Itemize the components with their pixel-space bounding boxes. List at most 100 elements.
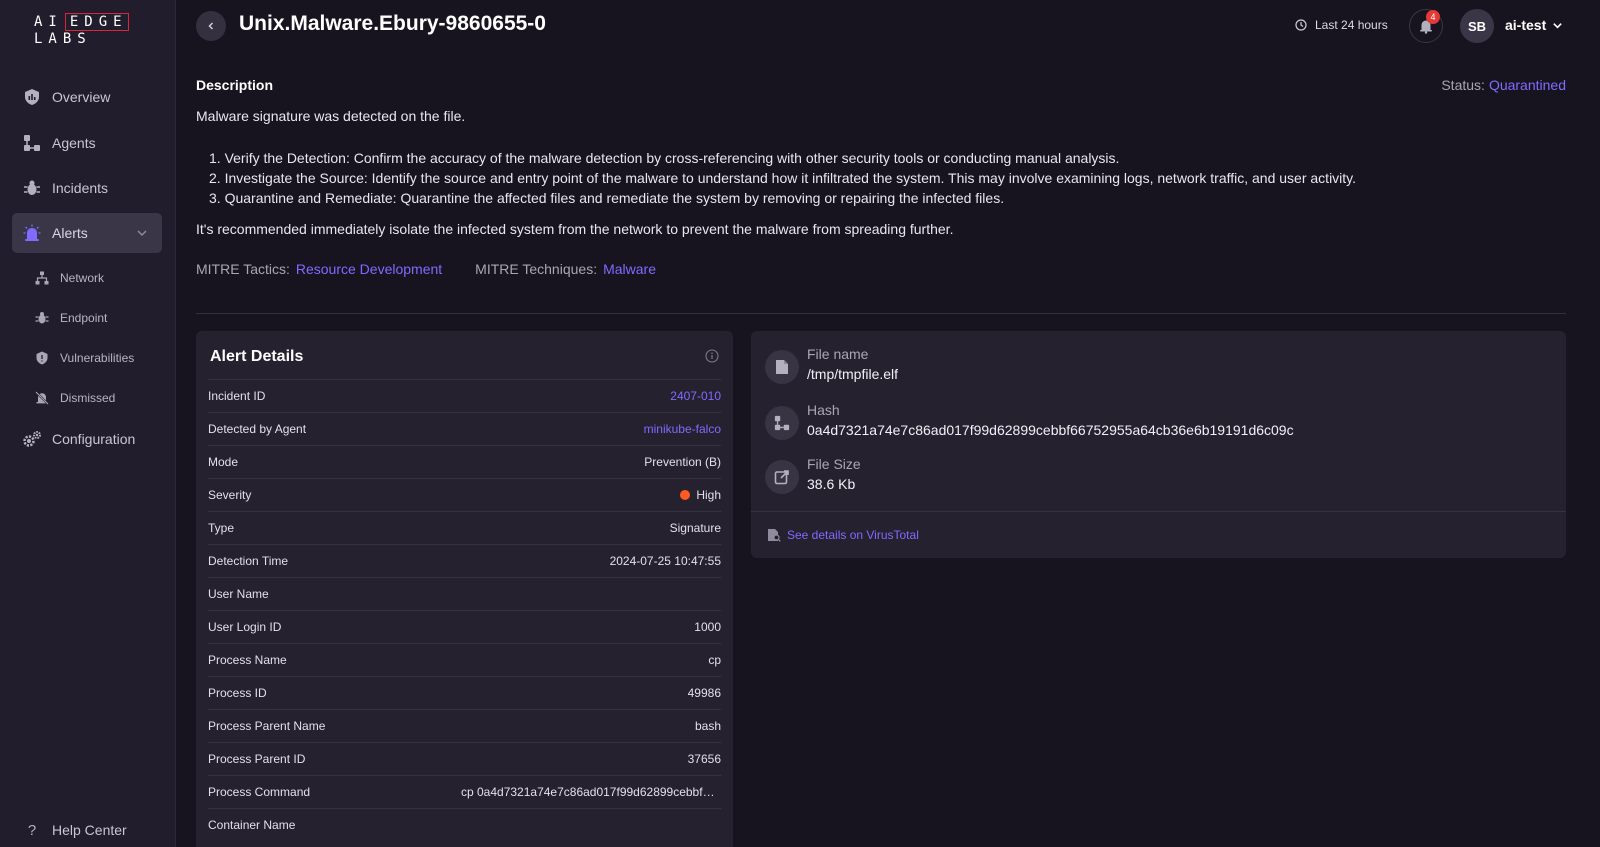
sidebar-item-label: Alerts	[52, 225, 88, 241]
row-key: Container Name	[208, 818, 296, 832]
table-row: Process ID 49986	[208, 676, 721, 709]
description-summary: Malware signature was detected on the fi…	[196, 108, 466, 124]
virustotal-link[interactable]: See details on VirusTotal	[767, 528, 919, 542]
row-key: Type	[208, 521, 235, 535]
info-icon[interactable]	[705, 349, 719, 366]
mitre-info: MITRE Tactics: Resource Development MITR…	[196, 261, 656, 277]
sidebar-item-configuration[interactable]: Configuration	[12, 419, 162, 459]
description-step: 2. Investigate the Source: Identify the …	[209, 170, 1357, 186]
file-info-card: File name /tmp/tmpfile.elf Hash 0a4d7321…	[751, 331, 1566, 558]
status-badge: Quarantined	[1488, 77, 1566, 93]
table-row: Severity High	[208, 478, 721, 511]
row-key: Severity	[208, 488, 252, 502]
row-key: Detection Time	[208, 554, 289, 568]
back-button[interactable]	[196, 11, 226, 41]
table-row: Process Name cp	[208, 643, 721, 676]
file-name-item: File name /tmp/tmpfile.elf	[765, 346, 898, 384]
sidebar-item-label: Overview	[52, 89, 111, 105]
row-value: Signature	[669, 521, 721, 535]
row-key: Process ID	[208, 686, 267, 700]
row-key: Process Parent Name	[208, 719, 326, 733]
table-row: Process Parent Name bash	[208, 709, 721, 742]
mitre-tactics-label: MITRE Tactics:	[196, 261, 290, 277]
incident-id-link[interactable]: 2407-010	[670, 389, 721, 403]
status-label: Status:	[1441, 77, 1485, 93]
clock-icon	[1295, 19, 1307, 31]
row-key: Incident ID	[208, 389, 266, 403]
sidebar-subitem-label: Network	[60, 271, 105, 285]
sidebar-subitem-label: Endpoint	[60, 311, 108, 325]
virustotal-link-label: See details on VirusTotal	[787, 528, 919, 542]
bug-icon	[34, 310, 50, 326]
file-card-divider	[751, 511, 1566, 512]
row-key: Process Name	[208, 653, 287, 667]
chevron-down-icon[interactable]	[136, 226, 148, 242]
file-size-icon	[765, 460, 799, 494]
mitre-techniques-link[interactable]: Malware	[603, 261, 656, 277]
sidebar-item-label: Configuration	[52, 431, 136, 447]
sidebar-item-overview[interactable]: Overview	[12, 77, 162, 117]
table-row: Type Signature	[208, 511, 721, 544]
description-heading: Description	[196, 77, 274, 93]
brand-logo[interactable]: AI EDGE LABS	[34, 13, 129, 48]
file-icon	[765, 350, 799, 384]
user-name: ai-test	[1505, 17, 1547, 33]
file-size-value: 38.6 Kb	[807, 476, 856, 492]
mitre-tactics-link[interactable]: Resource Development	[296, 261, 442, 277]
hash-item: Hash 0a4d7321a74e7c86ad017f99d62899cebbf…	[765, 402, 1294, 440]
mitre-techniques-label: MITRE Techniques:	[475, 261, 598, 277]
agent-link[interactable]: minikube-falco	[644, 422, 721, 436]
table-row: Mode Prevention (B)	[208, 445, 721, 478]
process-command-value: cp 0a4d7321a74e7c86ad017f99d62899cebbf66…	[461, 785, 721, 799]
row-key: User Name	[208, 587, 269, 601]
sidebar-subitem-vulnerabilities[interactable]: Vulnerabilities	[34, 347, 134, 369]
hash-value: 0a4d7321a74e7c86ad017f99d62899cebbf66752…	[807, 422, 1294, 438]
logo-text-edge: EDGE	[64, 13, 129, 31]
description-recommendation: It's recommended immediately isolate the…	[196, 221, 954, 237]
shield-chart-icon	[22, 87, 42, 107]
svg-text:?: ?	[28, 822, 36, 838]
table-row: Incident ID 2407-010	[208, 379, 721, 412]
row-value: 49986	[687, 686, 721, 700]
gears-icon	[22, 429, 42, 449]
file-name-value: /tmp/tmpfile.elf	[807, 366, 899, 382]
alert-details-title: Alert Details	[210, 348, 304, 365]
avatar[interactable]: SB	[1460, 9, 1494, 43]
row-key: Process Parent ID	[208, 752, 306, 766]
severity-dot-icon	[680, 490, 691, 500]
row-key: Mode	[208, 455, 239, 469]
severity-label: High	[696, 488, 721, 502]
sidebar-subitem-network[interactable]: Network	[34, 267, 104, 289]
sidebar-subitem-endpoint[interactable]: Endpoint	[34, 307, 107, 329]
agents-icon	[22, 133, 42, 153]
sidebar-item-alerts[interactable]: Alerts	[12, 213, 162, 253]
row-value: 1000	[694, 620, 721, 634]
hash-icon	[765, 406, 799, 440]
status-indicator: Status: Quarantined	[1441, 77, 1566, 93]
row-value: 37656	[687, 752, 721, 766]
chevron-down-icon	[1552, 20, 1563, 31]
sidebar-item-help-center[interactable]: ? Help Center	[12, 815, 162, 845]
sidebar-item-incidents[interactable]: Incidents	[12, 168, 162, 208]
time-range-selector[interactable]: Last 24 hours	[1295, 18, 1388, 32]
table-row: Container Name	[208, 808, 721, 841]
row-key: Detected by Agent	[208, 422, 307, 436]
hash-label: Hash	[807, 402, 840, 418]
page-title: Unix.Malware.Ebury-9860655-0	[239, 12, 546, 35]
sidebar-item-agents[interactable]: Agents	[12, 123, 162, 163]
sidebar-item-label: Incidents	[52, 180, 109, 196]
alarm-icon	[22, 223, 42, 243]
section-divider	[196, 313, 1566, 314]
network-icon	[34, 270, 50, 286]
sidebar-subitem-dismissed[interactable]: Dismissed	[34, 387, 115, 409]
file-size-label: File Size	[807, 456, 861, 472]
user-menu[interactable]: ai-test	[1505, 17, 1563, 33]
logo-text-labs: LABS	[34, 31, 92, 47]
chevron-left-icon	[208, 22, 214, 30]
notifications-button[interactable]: 4	[1409, 9, 1443, 43]
description-step: 3. Quarantine and Remediate: Quarantine …	[209, 190, 1005, 206]
description-step: 1. Verify the Detection: Confirm the acc…	[209, 150, 1120, 166]
severity-value: High	[680, 488, 721, 502]
alert-details-card: Alert Details Incident ID 2407-010 Detect…	[196, 331, 733, 847]
row-key: Process Command	[208, 785, 311, 799]
